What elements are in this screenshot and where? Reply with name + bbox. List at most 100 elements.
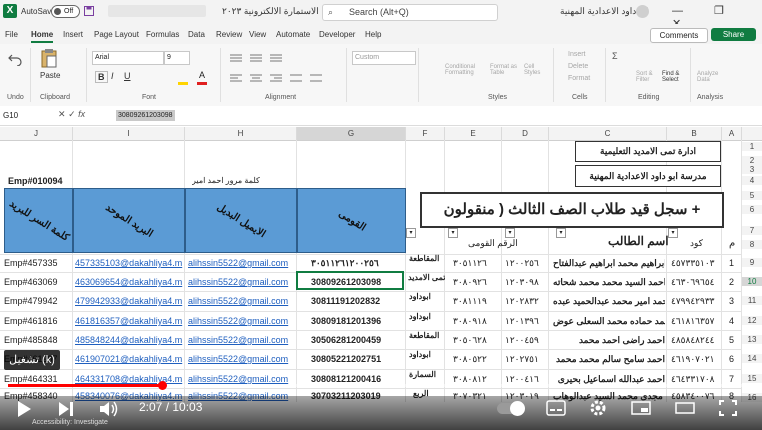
emp-cell[interactable]: Emp#461816 [4, 316, 72, 326]
region-cell[interactable]: ابوداود [409, 312, 431, 321]
emp-cell[interactable]: Emp#457335 [4, 258, 72, 268]
tab-view[interactable]: View [249, 30, 266, 39]
column-header-g[interactable]: G [297, 127, 406, 140]
miniplayer-icon[interactable] [631, 401, 651, 415]
paste-button[interactable]: Paste [40, 71, 60, 80]
cell-styles-button[interactable]: Cell Styles [524, 64, 546, 76]
find-select-button[interactable]: Find & Select [662, 71, 686, 83]
subtitles-icon[interactable] [546, 400, 566, 416]
fullscreen-icon[interactable] [719, 400, 737, 416]
region-cell[interactable]: تمى الامديد [408, 273, 445, 282]
national-part-cell[interactable]: ١٢٠٠٤٥٩ [505, 335, 539, 346]
row-header[interactable]: 15 [742, 374, 762, 383]
national-part-cell[interactable]: ٣٠٥١١٢٦ [453, 258, 487, 269]
column-header-h[interactable]: H [185, 127, 297, 140]
autosave-toggle[interactable]: Off [51, 5, 80, 18]
column-header-e[interactable]: E [445, 127, 502, 140]
format-as-table-button[interactable]: Format as Table [490, 64, 522, 76]
tab-review[interactable]: Review [216, 30, 242, 39]
emp-id-cell[interactable]: Emp#010094 [8, 176, 63, 186]
formula-input[interactable]: 30809261203098 [116, 110, 175, 121]
save-icon[interactable] [84, 6, 94, 16]
autoplay-toggle[interactable] [497, 401, 525, 416]
student-name-cell[interactable]: احمد امير محمد عبدالحميد عبده [553, 296, 665, 307]
code-cell[interactable]: ٤٦١٨١٦٣٥٧ [671, 316, 715, 327]
emp-cell[interactable]: Emp#464331 [4, 374, 72, 384]
unified-email-cell[interactable]: 479942933@dakahliya4.m [75, 296, 183, 306]
column-header-j[interactable]: J [0, 127, 73, 140]
sort-filter-button[interactable]: Sort & Filter [636, 71, 660, 83]
filter-dropdown-icon[interactable]: ▾ [448, 228, 458, 238]
column-header-d[interactable]: D [502, 127, 549, 140]
cancel-icon[interactable]: ✕ [58, 109, 66, 119]
column-header-b[interactable]: B [667, 127, 722, 140]
tab-insert[interactable]: Insert [63, 30, 83, 39]
analyze-data-button[interactable]: Analyze Data [697, 71, 723, 83]
index-cell[interactable]: 4 [729, 316, 734, 326]
header-alt-email[interactable]: الايميل البديل [185, 188, 297, 253]
column-header-a[interactable]: A [722, 127, 742, 140]
fx-icon[interactable]: fx [78, 109, 85, 119]
index-cell[interactable]: 3 [729, 296, 734, 306]
tab-developer[interactable]: Developer [319, 30, 355, 39]
search-box[interactable]: ⌕ Search (Alt+Q) [322, 4, 498, 21]
alt-email-cell[interactable]: alihssin5522@gmail.com [188, 296, 295, 306]
format-cells-button[interactable]: Format [568, 75, 590, 82]
font-color-icon[interactable]: A [197, 70, 207, 85]
number-format-select[interactable]: Custom [352, 51, 416, 65]
tab-data[interactable]: Data [188, 30, 205, 39]
unified-email-cell[interactable]: 485848244@dakahliya4.m [75, 335, 183, 345]
row-header[interactable]: 9 [742, 258, 762, 267]
code-cell[interactable]: ٤٦٣٠٦٩٦٥٤ [671, 277, 715, 288]
row-header[interactable]: 13 [742, 335, 762, 344]
bold-button[interactable]: B [95, 71, 108, 83]
password-label-cell[interactable]: كلمة مرور احمد امير [192, 176, 260, 185]
underline-button[interactable]: U [124, 71, 131, 81]
unified-email-cell[interactable]: 461816357@dakahliya4.m [75, 316, 183, 326]
settings-gear-icon[interactable] [589, 399, 607, 417]
tab-file[interactable]: File [5, 30, 18, 39]
filter-dropdown-icon[interactable]: ▾ [406, 228, 416, 238]
national-part-cell[interactable]: ٣٠٥٠٦٢٨ [453, 335, 487, 346]
column-header-c[interactable]: C [549, 127, 667, 140]
delete-cells-button[interactable]: Delete [568, 63, 588, 70]
student-name-cell[interactable]: احمد حماده محمد السعلى عوض [553, 316, 665, 327]
school-box[interactable]: مدرسة ابو داود الاعدادية المهنية [575, 165, 721, 187]
row-header[interactable]: 1 [742, 142, 762, 151]
unified-email-cell[interactable]: 461907021@dakahliya4.m [75, 354, 183, 364]
national-part-cell[interactable]: ١٢٠٣٠٩٨ [505, 277, 539, 288]
tab-help[interactable]: Help [365, 30, 381, 39]
index-cell[interactable]: 2 [729, 277, 734, 287]
region-cell[interactable]: ابوداود [409, 292, 431, 301]
quick-access-toolbar[interactable] [108, 5, 206, 17]
index-cell[interactable]: 6 [729, 354, 734, 364]
row-header[interactable]: 8 [742, 240, 762, 249]
national-part-cell[interactable]: ٣٠٨١١١٩ [453, 296, 487, 307]
column-header-f[interactable]: F [406, 127, 445, 140]
row-header[interactable]: 4 [742, 176, 762, 185]
unified-email-cell[interactable]: 457335103@dakahliya4.m [75, 258, 183, 268]
national-id-cell[interactable]: 30808121200416 [311, 374, 381, 384]
row-header[interactable]: 7 [742, 226, 762, 235]
index-cell[interactable]: 7 [729, 374, 734, 384]
alt-email-cell[interactable]: alihssin5522@gmail.com [188, 374, 295, 384]
row-header[interactable]: 3 [742, 165, 762, 174]
national-id-cell[interactable]: 30811191202832 [311, 296, 380, 306]
header-national-id[interactable]: القومى [297, 188, 406, 253]
code-cell[interactable]: ٤٧٩٩٤٢٩٣٣ [671, 296, 715, 307]
region-cell[interactable]: المقاطعة [409, 254, 439, 263]
row-header[interactable]: 14 [742, 354, 762, 363]
filter-dropdown-icon[interactable]: ▾ [668, 228, 678, 238]
italic-button[interactable]: I [111, 71, 114, 81]
sum-icon[interactable]: Σ [612, 51, 618, 61]
national-id-cell[interactable]: 30809261203098 [311, 277, 381, 287]
alt-email-cell[interactable]: alihssin5522@gmail.com [188, 258, 295, 268]
row-header[interactable]: 6 [742, 205, 762, 214]
code-cell[interactable]: ٤٦١٩٠٧٠٢١ [671, 354, 715, 365]
national-part-cell[interactable]: ٣٠٨٠٩١٨ [453, 316, 487, 327]
tab-home[interactable]: Home [31, 30, 54, 43]
national-part-cell[interactable]: ١٢٠٠٢٥٦ [505, 258, 539, 269]
fill-color-icon[interactable] [178, 70, 188, 85]
code-cell[interactable]: ٤٨٥٨٤٨٢٤٤ [671, 335, 715, 346]
national-part-cell[interactable]: ٣٠٨٠٩٢٦ [453, 277, 487, 288]
